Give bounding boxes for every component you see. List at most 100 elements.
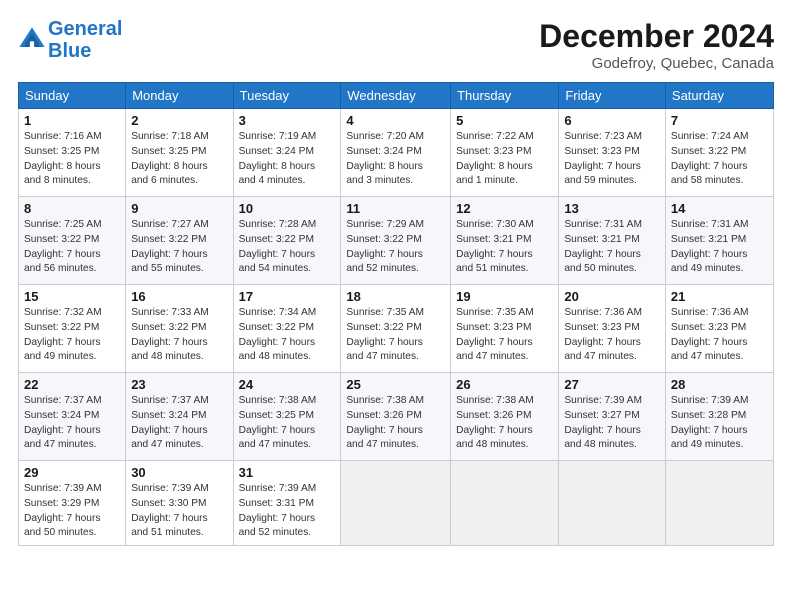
day-info: Sunrise: 7:23 AMSunset: 3:23 PMDaylight:… <box>564 130 660 189</box>
day-info: Sunrise: 7:36 AMSunset: 3:23 PMDaylight:… <box>671 306 768 365</box>
logo-icon <box>18 26 46 54</box>
day-number: 25 <box>346 377 445 392</box>
calendar-day-cell: 5 Sunrise: 7:22 AMSunset: 3:23 PMDaylight… <box>451 109 559 197</box>
calendar-day-cell: 8 Sunrise: 7:25 AMSunset: 3:22 PMDaylight… <box>19 197 126 285</box>
day-info: Sunrise: 7:37 AMSunset: 3:24 PMDaylight:… <box>24 394 120 453</box>
logo: GeneralBlue <box>18 18 122 62</box>
day-info: Sunrise: 7:38 AMSunset: 3:26 PMDaylight:… <box>456 394 553 453</box>
day-number: 10 <box>239 201 336 216</box>
day-number: 31 <box>239 465 336 480</box>
calendar-day-cell: 29Sunrise: 7:39 AMSunset: 3:29 PMDayligh… <box>19 461 126 546</box>
day-info: Sunrise: 7:20 AMSunset: 3:24 PMDaylight:… <box>346 130 445 189</box>
day-number: 20 <box>564 289 660 304</box>
calendar-day-cell: 14 Sunrise: 7:31 AMSunset: 3:21 PMDayligh… <box>665 197 773 285</box>
calendar-day-cell: 28 Sunrise: 7:39 AMSunset: 3:28 PMDayligh… <box>665 373 773 461</box>
day-number: 9 <box>131 201 227 216</box>
day-info: Sunrise: 7:39 AMSunset: 3:31 PMDaylight:… <box>239 482 336 541</box>
calendar-day-cell: 16Sunrise: 7:33 AMSunset: 3:22 PMDayligh… <box>126 285 233 373</box>
day-number: 1 <box>24 113 120 128</box>
weekday-header-saturday: Saturday <box>665 83 773 109</box>
calendar-week-row: 1 Sunrise: 7:16 AMSunset: 3:25 PMDaylight… <box>19 109 774 197</box>
calendar-day-cell: 19Sunrise: 7:35 AMSunset: 3:23 PMDayligh… <box>451 285 559 373</box>
day-info: Sunrise: 7:27 AMSunset: 3:22 PMDaylight:… <box>131 218 227 277</box>
day-info: Sunrise: 7:33 AMSunset: 3:22 PMDaylight:… <box>131 306 227 365</box>
calendar-day-cell: 11 Sunrise: 7:29 AMSunset: 3:22 PMDayligh… <box>341 197 451 285</box>
calendar-day-cell: 3 Sunrise: 7:19 AMSunset: 3:24 PMDaylight… <box>233 109 341 197</box>
calendar-day-cell <box>665 461 773 546</box>
day-number: 8 <box>24 201 120 216</box>
calendar-day-cell <box>341 461 451 546</box>
calendar-table: SundayMondayTuesdayWednesdayThursdayFrid… <box>18 82 774 546</box>
calendar-day-cell: 7Sunrise: 7:24 AMSunset: 3:22 PMDaylight… <box>665 109 773 197</box>
calendar-day-cell: 31 Sunrise: 7:39 AMSunset: 3:31 PMDayligh… <box>233 461 341 546</box>
day-info: Sunrise: 7:31 AMSunset: 3:21 PMDaylight:… <box>671 218 768 277</box>
day-number: 30 <box>131 465 227 480</box>
day-info: Sunrise: 7:25 AMSunset: 3:22 PMDaylight:… <box>24 218 120 277</box>
day-number: 17 <box>239 289 336 304</box>
calendar-day-cell: 15 Sunrise: 7:32 AMSunset: 3:22 PMDayligh… <box>19 285 126 373</box>
day-number: 6 <box>564 113 660 128</box>
day-info: Sunrise: 7:35 AMSunset: 3:23 PMDaylight:… <box>456 306 553 365</box>
calendar-day-cell: 4 Sunrise: 7:20 AMSunset: 3:24 PMDaylight… <box>341 109 451 197</box>
day-info: Sunrise: 7:16 AMSunset: 3:25 PMDaylight:… <box>24 130 120 189</box>
calendar-day-cell: 30 Sunrise: 7:39 AMSunset: 3:30 PMDayligh… <box>126 461 233 546</box>
day-info: Sunrise: 7:38 AMSunset: 3:25 PMDaylight:… <box>239 394 336 453</box>
day-number: 3 <box>239 113 336 128</box>
day-number: 5 <box>456 113 553 128</box>
calendar-week-row: 29Sunrise: 7:39 AMSunset: 3:29 PMDayligh… <box>19 461 774 546</box>
day-info: Sunrise: 7:34 AMSunset: 3:22 PMDaylight:… <box>239 306 336 365</box>
calendar-day-cell: 6 Sunrise: 7:23 AMSunset: 3:23 PMDaylight… <box>559 109 666 197</box>
day-info: Sunrise: 7:38 AMSunset: 3:26 PMDaylight:… <box>346 394 445 453</box>
title-block: December 2024 Godefroy, Quebec, Canada <box>539 18 774 72</box>
calendar-week-row: 22 Sunrise: 7:37 AMSunset: 3:24 PMDayligh… <box>19 373 774 461</box>
day-number: 29 <box>24 465 120 480</box>
calendar-day-cell: 9 Sunrise: 7:27 AMSunset: 3:22 PMDaylight… <box>126 197 233 285</box>
day-info: Sunrise: 7:24 AMSunset: 3:22 PMDaylight:… <box>671 130 768 189</box>
day-info: Sunrise: 7:36 AMSunset: 3:23 PMDaylight:… <box>564 306 660 365</box>
day-info: Sunrise: 7:32 AMSunset: 3:22 PMDaylight:… <box>24 306 120 365</box>
calendar-day-cell: 23 Sunrise: 7:37 AMSunset: 3:24 PMDayligh… <box>126 373 233 461</box>
weekday-header-monday: Monday <box>126 83 233 109</box>
day-info: Sunrise: 7:29 AMSunset: 3:22 PMDaylight:… <box>346 218 445 277</box>
calendar-day-cell: 27Sunrise: 7:39 AMSunset: 3:27 PMDayligh… <box>559 373 666 461</box>
day-number: 23 <box>131 377 227 392</box>
day-info: Sunrise: 7:39 AMSunset: 3:28 PMDaylight:… <box>671 394 768 453</box>
weekday-header-tuesday: Tuesday <box>233 83 341 109</box>
day-number: 4 <box>346 113 445 128</box>
day-number: 26 <box>456 377 553 392</box>
day-info: Sunrise: 7:19 AMSunset: 3:24 PMDaylight:… <box>239 130 336 189</box>
day-info: Sunrise: 7:28 AMSunset: 3:22 PMDaylight:… <box>239 218 336 277</box>
calendar-day-cell: 17 Sunrise: 7:34 AMSunset: 3:22 PMDayligh… <box>233 285 341 373</box>
weekday-header-row: SundayMondayTuesdayWednesdayThursdayFrid… <box>19 83 774 109</box>
day-number: 15 <box>24 289 120 304</box>
month-year: December 2024 <box>539 18 774 55</box>
day-number: 22 <box>24 377 120 392</box>
day-number: 24 <box>239 377 336 392</box>
calendar-day-cell <box>559 461 666 546</box>
calendar-day-cell: 12Sunrise: 7:30 AMSunset: 3:21 PMDayligh… <box>451 197 559 285</box>
day-number: 28 <box>671 377 768 392</box>
day-info: Sunrise: 7:39 AMSunset: 3:30 PMDaylight:… <box>131 482 227 541</box>
day-number: 11 <box>346 201 445 216</box>
calendar-week-row: 8 Sunrise: 7:25 AMSunset: 3:22 PMDaylight… <box>19 197 774 285</box>
location: Godefroy, Quebec, Canada <box>539 55 774 72</box>
day-number: 18 <box>346 289 445 304</box>
day-number: 21 <box>671 289 768 304</box>
day-info: Sunrise: 7:22 AMSunset: 3:23 PMDaylight:… <box>456 130 553 189</box>
weekday-header-sunday: Sunday <box>19 83 126 109</box>
calendar-day-cell: 26 Sunrise: 7:38 AMSunset: 3:26 PMDayligh… <box>451 373 559 461</box>
calendar-day-cell: 1 Sunrise: 7:16 AMSunset: 3:25 PMDaylight… <box>19 109 126 197</box>
day-number: 12 <box>456 201 553 216</box>
day-info: Sunrise: 7:37 AMSunset: 3:24 PMDaylight:… <box>131 394 227 453</box>
calendar-week-row: 15 Sunrise: 7:32 AMSunset: 3:22 PMDayligh… <box>19 285 774 373</box>
day-number: 14 <box>671 201 768 216</box>
day-info: Sunrise: 7:31 AMSunset: 3:21 PMDaylight:… <box>564 218 660 277</box>
calendar-day-cell: 25 Sunrise: 7:38 AMSunset: 3:26 PMDayligh… <box>341 373 451 461</box>
calendar-day-cell: 13Sunrise: 7:31 AMSunset: 3:21 PMDayligh… <box>559 197 666 285</box>
logo-text: GeneralBlue <box>48 18 122 62</box>
day-info: Sunrise: 7:18 AMSunset: 3:25 PMDaylight:… <box>131 130 227 189</box>
weekday-header-friday: Friday <box>559 83 666 109</box>
weekday-header-thursday: Thursday <box>451 83 559 109</box>
day-info: Sunrise: 7:39 AMSunset: 3:27 PMDaylight:… <box>564 394 660 453</box>
calendar-day-cell: 24 Sunrise: 7:38 AMSunset: 3:25 PMDayligh… <box>233 373 341 461</box>
